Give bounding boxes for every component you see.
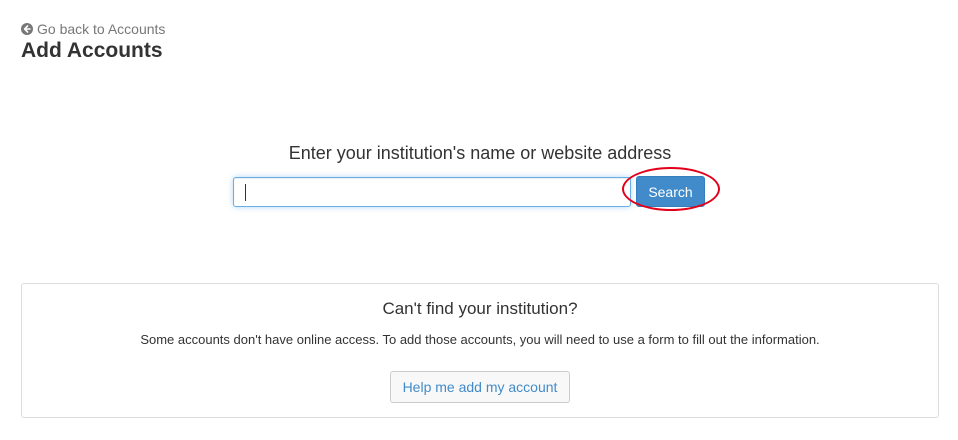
cant-find-description: Some accounts don't have online access. … <box>140 332 820 347</box>
search-input-wrapper <box>233 176 631 207</box>
institution-search-input[interactable] <box>233 176 631 207</box>
institution-search-section: Enter your institution's name or website… <box>0 142 958 207</box>
add-accounts-page: Go back to Accounts Add Accounts Enter y… <box>0 0 958 440</box>
cant-find-heading: Can't find your institution? <box>382 299 578 318</box>
arrow-circle-left-icon <box>21 23 33 35</box>
search-row: Search <box>233 176 705 207</box>
back-link-label[interactable]: Go back to Accounts <box>37 21 165 37</box>
search-button[interactable]: Search <box>636 176 705 207</box>
back-to-accounts-link[interactable]: Go back to Accounts <box>21 21 165 37</box>
text-caret <box>245 183 246 201</box>
help-add-account-button[interactable]: Help me add my account <box>390 371 570 403</box>
page-title: Add Accounts <box>21 39 163 62</box>
search-prompt: Enter your institution's name or website… <box>288 143 672 163</box>
cant-find-institution-panel: Can't find your institution? Some accoun… <box>21 283 939 418</box>
